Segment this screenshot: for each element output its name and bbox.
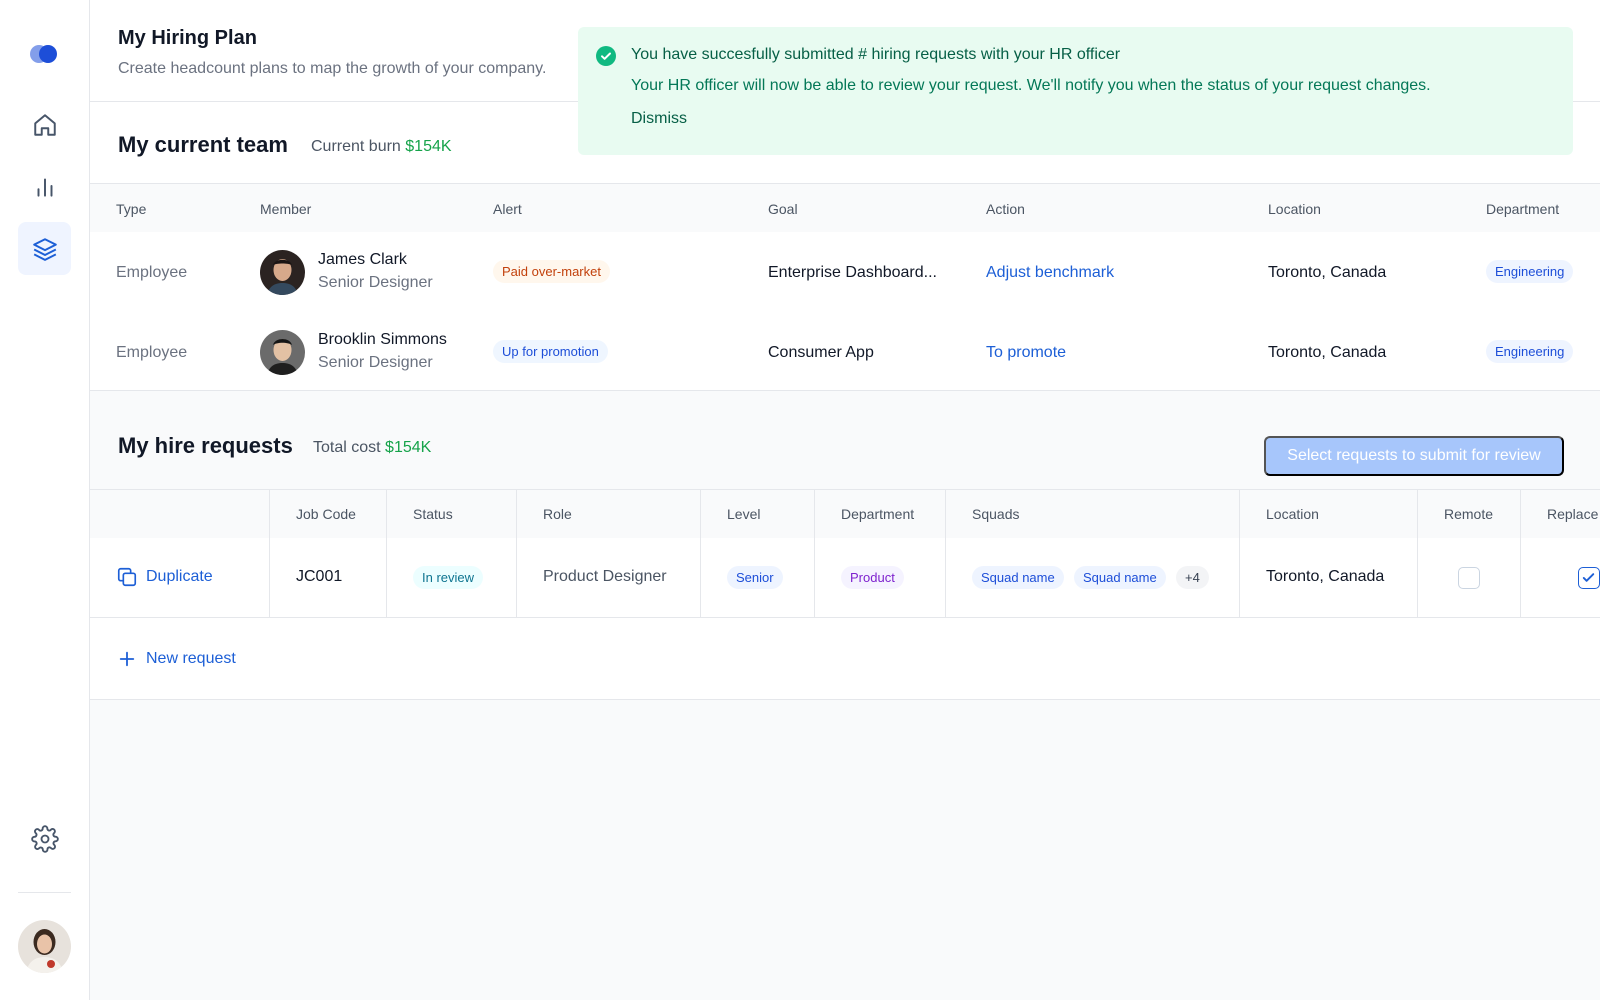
nav-home-button[interactable] [18,98,71,151]
new-request-label: New request [146,650,236,667]
column-header: Replace [1547,506,1599,522]
action-link[interactable]: To promote [986,344,1066,362]
column-header: Role [543,506,572,522]
check-icon [1582,573,1595,582]
toast-title: You have succesfully submitted # hiring … [631,46,1121,63]
nav-settings-button[interactable] [18,812,71,865]
member-name[interactable]: James Clark [318,251,407,269]
column-header: Squads [972,506,1020,522]
member-avatar [260,330,305,375]
member-role: Senior Designer [318,354,433,371]
sidebar-divider [18,892,71,893]
current-burn-value: $154K [405,138,452,155]
success-toast: You have succesfully submitted # hiring … [578,27,1573,155]
job-code: JC001 [296,568,343,585]
total-cost-value: $154K [385,439,432,456]
member-type: Employee [116,344,188,361]
squad-badge: Squad name [1074,566,1166,589]
goal-text: Consumer App [768,344,874,361]
member-avatar [260,250,305,295]
table-row[interactable]: Employee James Clark Senior Designer Pai… [90,232,1600,312]
level-badge: Senior [727,566,783,589]
home-icon [33,113,56,136]
goal-text: Enterprise Dashboard... [768,264,937,281]
plus-icon [119,651,135,667]
nav-plans-button[interactable] [18,222,71,275]
role-text: Product Designer [543,568,667,585]
table-row[interactable]: Duplicate JC001 In review Product Design… [90,538,1600,618]
section-title-team: My current team [118,132,288,157]
column-header: Job Code [296,506,356,522]
status-badge: In review [413,566,484,589]
gear-icon [30,824,59,853]
nav-reports-button[interactable] [18,160,71,213]
page-title: My Hiring Plan [118,27,257,49]
column-header: Member [260,201,312,217]
action-link[interactable]: Adjust benchmark [986,264,1114,282]
section-title-hire: My hire requests [118,433,293,458]
bar-chart-icon [37,177,52,197]
department-badge: Product [841,566,904,589]
location-text: Toronto, Canada [1268,344,1387,361]
total-cost-label: Total cost [313,439,381,456]
column-header: Alert [493,201,522,217]
hire-requests-table: Job Code Status Role Level Department Sq… [90,489,1600,700]
layers-icon [32,237,57,261]
column-header: Action [986,201,1025,217]
duplicate-button[interactable]: Duplicate [116,566,213,588]
user-avatar[interactable] [18,920,71,973]
member-type: Employee [116,264,188,281]
total-cost: Total cost $154K [313,439,431,457]
column-header: Goal [768,201,798,217]
dismiss-button[interactable]: Dismiss [631,110,687,128]
duplicate-label: Duplicate [146,568,213,585]
squads-more-badge[interactable]: +4 [1176,566,1209,589]
column-header: Department [841,506,915,522]
current-burn-label: Current burn [311,138,401,155]
column-header: Department [1486,201,1560,217]
location-text: Toronto, Canada [1268,264,1387,281]
department-badge: Engineering [1486,340,1574,363]
department-badge: Engineering [1486,260,1574,283]
copy-icon [117,567,137,587]
replace-checkbox[interactable] [1578,567,1600,589]
column-header: Status [413,506,453,522]
alert-badge: Up for promotion [493,340,608,363]
member-name[interactable]: Brooklin Simmons [318,331,447,349]
column-header: Type [116,201,147,217]
check-circle-icon [596,46,616,66]
column-header: Remote [1444,506,1494,522]
new-request-button[interactable]: New request [118,650,236,668]
page-subtitle: Create headcount plans to map the growth… [118,60,547,77]
team-table-header: Type Member Alert Goal Action Location D… [90,183,1600,232]
squad-badge: Squad name [972,566,1064,589]
toast-message: Your HR officer will now be able to revi… [631,77,1431,94]
column-header: Location [1266,506,1319,522]
table-row[interactable]: Employee Brooklin Simmons Senior Designe… [90,312,1600,392]
submit-for-review-button[interactable]: Select requests to submit for review [1264,436,1564,476]
logo-icon[interactable] [26,36,62,72]
current-burn: Current burn $154K [311,138,452,156]
alert-badge: Paid over-market [493,260,610,283]
column-header: Location [1268,201,1321,217]
sidebar [0,0,90,1000]
remote-checkbox[interactable] [1458,567,1480,589]
hire-table-header: Job Code Status Role Level Department Sq… [90,490,1600,538]
column-header: Level [727,506,761,522]
location-text: Toronto, Canada [1266,568,1385,585]
member-role: Senior Designer [318,274,433,291]
